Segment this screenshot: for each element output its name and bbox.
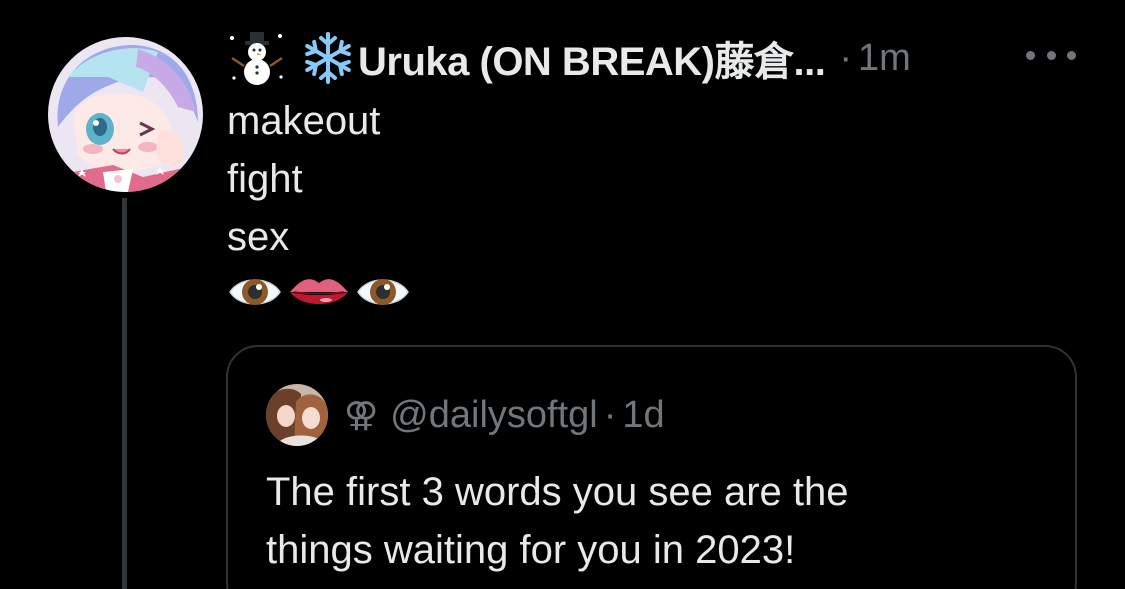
more-options-icon[interactable] — [1026, 40, 1076, 70]
quoted-handle[interactable]: @dailysoftgl — [390, 394, 598, 437]
quoted-tweet[interactable]: ⚢ @dailysoftgl · 1d The first 3 words yo… — [226, 345, 1077, 589]
quoted-tweet-line: things waiting for you in 2023! — [266, 528, 796, 572]
eye-icon — [357, 279, 409, 305]
tweet-text: makeout fight sex — [227, 92, 380, 266]
quoted-timestamp: 1d — [622, 393, 665, 436]
quoted-tweet-line: The first 3 words you see are the — [266, 470, 849, 514]
eye-icon — [229, 279, 281, 305]
more-dot — [1026, 50, 1035, 60]
more-dot — [1046, 50, 1056, 60]
quoted-separator: · — [603, 393, 617, 436]
thread-line — [122, 198, 127, 589]
snowman-icon — [230, 32, 283, 85]
more-dot — [1067, 50, 1076, 60]
tweet-timestamp[interactable]: 1m — [858, 37, 911, 80]
quoted-tweet-header: ⚢ @dailysoftgl · 1d — [266, 383, 665, 447]
tweet-line: fight — [227, 157, 303, 201]
lips-icon — [290, 279, 348, 304]
tweet-line: sex — [227, 215, 290, 259]
snowflake-icon — [305, 32, 351, 84]
avatar-image — [48, 37, 203, 192]
tweet[interactable]: Uruka (ON BREAK)藤倉... · 1m makeout fight… — [0, 0, 1125, 589]
tweet-line: makeout — [227, 99, 381, 143]
header-separator: · — [839, 36, 852, 79]
author-avatar[interactable] — [48, 37, 203, 192]
quoted-author-avatar[interactable] — [266, 384, 328, 446]
emoji-row — [228, 269, 410, 315]
author-display-name[interactable]: Uruka (ON BREAK)藤倉... — [358, 29, 826, 87]
tweet-header: Uruka (ON BREAK)藤倉... · 1m — [226, 30, 1006, 86]
quoted-avatar-image — [266, 384, 328, 446]
quoted-name-symbol: ⚢ — [344, 396, 379, 434]
quoted-tweet-text: The first 3 words you see are the things… — [266, 463, 1046, 579]
